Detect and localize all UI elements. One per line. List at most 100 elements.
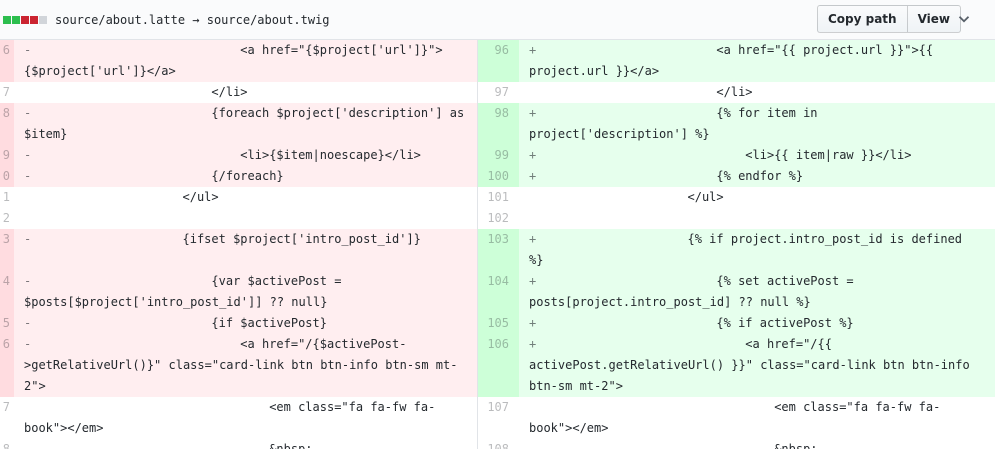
code-line: - {/foreach}: [14, 166, 477, 187]
code-line: + <a href="{{ project.url }}">{{ project…: [519, 40, 995, 82]
line-number[interactable]: 100: [477, 166, 519, 187]
code-text: {% if activePost %}: [543, 316, 854, 330]
code-text: </ul>: [38, 190, 219, 204]
context-marker: [24, 82, 38, 103]
line-number[interactable]: 8: [0, 103, 14, 145]
left-diff-line: 8- {foreach $project['description'] as $…: [0, 103, 477, 145]
line-number[interactable]: 107: [477, 397, 519, 439]
file-path: source/about.latte → source/about.twig: [55, 12, 330, 27]
left-diff-line: 7 </li>: [0, 82, 477, 103]
line-number[interactable]: 103: [477, 229, 519, 271]
diff-row: 9- <li>{$item|noescape}</li> 99 + <li>{{ i…: [0, 145, 995, 166]
code-line: + <li>{{ item|raw }}</li>: [519, 145, 995, 166]
diff-row: 8- {foreach $project['description'] as $…: [0, 103, 995, 145]
diff-row: 7 <em class="fa fa-fw fa- book"></em> 107…: [0, 397, 995, 439]
code-text: {% for item in project['description'] %}: [529, 106, 818, 141]
context-marker: [529, 187, 543, 208]
view-file-button[interactable]: View: [907, 5, 961, 33]
diff-row: 1 </ul> 101 </ul>: [0, 187, 995, 208]
code-line: - <a href="/{$activePost- >getRelativeUr…: [14, 334, 477, 397]
left-diff-line: 7 <em class="fa fa-fw fa- book"></em>: [0, 397, 477, 439]
code-text: {% set activePost = posts[project.intro_…: [529, 274, 854, 309]
line-number[interactable]: 9: [0, 145, 14, 166]
line-number[interactable]: 105: [477, 313, 519, 334]
right-diff-line: 106 + <a href="/{{ activePost.getRelative…: [477, 334, 995, 397]
code-text: <a href="{$project['url']}"> {$project['…: [24, 43, 443, 78]
right-diff-line: 104 + {% set activePost = posts[project.i…: [477, 271, 995, 313]
line-number[interactable]: 102: [477, 208, 519, 229]
code-text: <a href="/{{ activePost.getRelativeUrl()…: [529, 337, 970, 393]
right-diff-line: 105 + {% if activePost %}: [477, 313, 995, 334]
right-diff-line: 100 + {% endfor %}: [477, 166, 995, 187]
diffstat: [3, 15, 47, 24]
code-text: </li>: [38, 85, 248, 99]
context-marker: [529, 208, 543, 229]
line-number[interactable]: 98: [477, 103, 519, 145]
deletion-marker: -: [24, 43, 32, 57]
line-number[interactable]: 108: [477, 439, 519, 449]
addition-marker: +: [529, 316, 537, 330]
line-number[interactable]: 1: [0, 187, 14, 208]
code-text: {% endfor %}: [543, 169, 804, 183]
line-number[interactable]: 96: [477, 40, 519, 82]
code-line: [14, 208, 477, 229]
context-marker: [529, 397, 543, 418]
code-text: <em class="fa fa-fw fa- book"></em>: [529, 400, 941, 435]
code-text: </ul>: [543, 190, 724, 204]
right-diff-line: 108 &nbsp;: [477, 439, 995, 449]
diff-row: 4- {var $activePost = $posts[$project['i…: [0, 271, 995, 313]
right-diff-line: 107 <em class="fa fa-fw fa- book"></em>: [477, 397, 995, 439]
code-text: <li>{{ item|raw }}</li>: [543, 148, 912, 162]
line-number[interactable]: 5: [0, 313, 14, 334]
deletion-marker: -: [24, 169, 32, 183]
left-diff-line: 9- <li>{$item|noescape}</li>: [0, 145, 477, 166]
code-text: {/foreach}: [38, 169, 284, 183]
code-text: &nbsp;: [38, 442, 313, 449]
diff-row: 7 </li> 97 </li>: [0, 82, 995, 103]
line-number[interactable]: 4: [0, 271, 14, 313]
diffstat-block: [21, 15, 29, 24]
right-diff-line: 103 + {% if project.intro_post_id is defi…: [477, 229, 995, 271]
diff-row: 2 102: [0, 208, 995, 229]
deletion-marker: -: [24, 274, 32, 288]
code-text: {ifset $project['intro_post_id']}: [182, 232, 421, 246]
left-diff-line: 5- {if $activePost}: [0, 313, 477, 334]
line-number[interactable]: 0: [0, 166, 14, 187]
diff-row: 6- <a href="{$project['url']}"> {$projec…: [0, 40, 995, 82]
addition-marker: +: [529, 43, 537, 57]
line-number[interactable]: 8: [0, 439, 14, 449]
line-number[interactable]: 104: [477, 271, 519, 313]
code-line: + <a href="/{{ activePost.getRelativeUrl…: [519, 334, 995, 397]
code-line: &nbsp;: [14, 439, 477, 449]
line-number[interactable]: 6: [0, 334, 14, 397]
right-diff-line: 101 </ul>: [477, 187, 995, 208]
chevron-down-icon[interactable]: [955, 10, 973, 28]
code-text: </li>: [543, 85, 753, 99]
code-line: - {var $activePost = $posts[$project['in…: [14, 271, 477, 313]
addition-marker: +: [529, 232, 537, 246]
left-diff-line: 3- {ifset $project['intro_post_id']}: [0, 229, 477, 271]
code-line: <em class="fa fa-fw fa- book"></em>: [519, 397, 995, 439]
code-text: <em class="fa fa-fw fa- book"></em>: [24, 400, 436, 435]
copy-path-button[interactable]: Copy path: [816, 5, 908, 33]
line-number[interactable]: 7: [0, 397, 14, 439]
line-number[interactable]: 2: [0, 208, 14, 229]
context-marker: [24, 439, 38, 449]
left-diff-line: 6- <a href="{$project['url']}"> {$projec…: [0, 40, 477, 82]
addition-marker: +: [529, 148, 537, 162]
code-line: </ul>: [519, 187, 995, 208]
line-number[interactable]: 7: [0, 82, 14, 103]
line-number[interactable]: 101: [477, 187, 519, 208]
code-text: {foreach $project['description'] as $ite…: [24, 106, 465, 141]
right-diff-line: 96 + <a href="{{ project.url }}">{{ proje…: [477, 40, 995, 82]
line-number[interactable]: 106: [477, 334, 519, 397]
diff-row: 8 &nbsp; 108 &nbsp;: [0, 439, 995, 449]
code-text: <a href="{{ project.url }}">{{ project.u…: [529, 43, 934, 78]
line-number[interactable]: 6: [0, 40, 14, 82]
context-marker: [24, 208, 38, 229]
line-number[interactable]: 97: [477, 82, 519, 103]
deletion-marker: -: [24, 337, 32, 351]
line-number[interactable]: 99: [477, 145, 519, 166]
line-number[interactable]: 3: [0, 229, 14, 271]
code-text: {% if project.intro_post_id is defined %…: [529, 232, 963, 267]
